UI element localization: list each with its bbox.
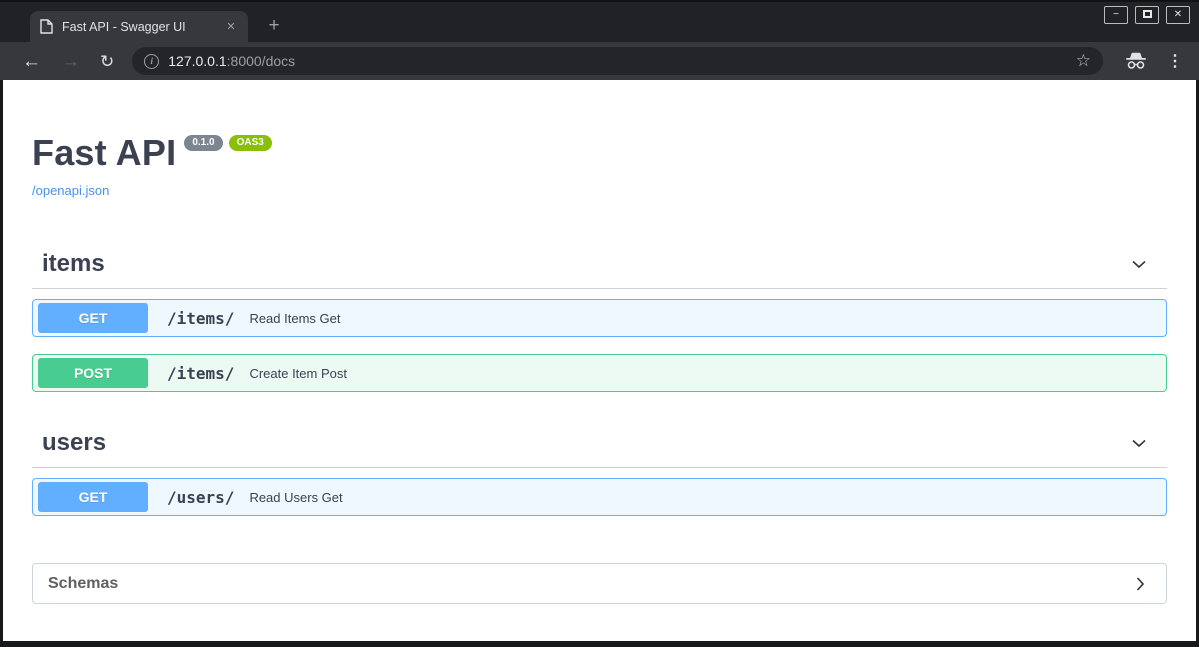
oas-badge: OAS3 <box>228 134 272 151</box>
document-icon <box>40 19 53 34</box>
operation-path: /items/ <box>167 308 235 328</box>
maximize-icon <box>1142 10 1152 18</box>
tab-title: Fast API - Swagger UI <box>62 19 186 34</box>
section-users-header[interactable]: users <box>32 419 1167 468</box>
operation-summary: Read Items Get <box>249 310 341 326</box>
address-bar[interactable]: i 127.0.0.1:8000/docs ☆ <box>132 47 1103 75</box>
schemas-title: Schemas <box>48 574 119 592</box>
new-tab-button[interactable]: + <box>262 14 286 38</box>
titlebar: Fast API - Swagger UI ✕ + − ✕ <box>0 0 1199 42</box>
operation-summary: Create Item Post <box>249 365 347 381</box>
badges: 0.1.0 OAS3 <box>184 134 272 152</box>
operation-get-users[interactable]: GET /users/ Read Users Get <box>32 478 1167 516</box>
page-info-icon[interactable]: i <box>144 53 160 69</box>
version-badge: 0.1.0 <box>184 134 223 151</box>
reload-icon[interactable]: ↻ <box>90 53 124 70</box>
bookmark-star-icon[interactable]: ☆ <box>1074 51 1093 71</box>
browser-tab[interactable]: Fast API - Swagger UI ✕ <box>30 11 248 42</box>
swagger-page: Fast API 0.1.0 OAS3 /openapi.json items GE… <box>3 80 1196 641</box>
page-title: Fast API <box>32 132 177 173</box>
chevron-down-icon[interactable] <box>1129 433 1149 453</box>
browser-toolbar: ← → ↻ i 127.0.0.1:8000/docs ☆ ⋮ <box>0 42 1199 80</box>
tab-close-icon[interactable]: ✕ <box>222 18 240 36</box>
section-title: items <box>42 250 105 277</box>
operation-path: /items/ <box>167 363 235 383</box>
operation-get-items[interactable]: GET /items/ Read Items Get <box>32 299 1167 337</box>
operation-summary: Read Users Get <box>249 489 343 505</box>
menu-icon[interactable]: ⋮ <box>1159 51 1187 71</box>
maximize-button[interactable] <box>1135 6 1159 24</box>
url-host: 127.0.0.1 <box>168 53 227 69</box>
minimize-button[interactable]: − <box>1104 6 1128 24</box>
section-items-header[interactable]: items <box>32 240 1167 289</box>
operation-post-items[interactable]: POST /items/ Create Item Post <box>32 354 1167 392</box>
openapi-spec-link[interactable]: /openapi.json <box>32 183 109 198</box>
incognito-icon <box>1113 52 1159 70</box>
method-badge[interactable]: GET <box>38 482 148 512</box>
url-path: :8000/docs <box>226 53 296 69</box>
url-text: 127.0.0.1:8000/docs <box>168 53 1074 69</box>
forward-icon[interactable]: → <box>51 52 90 71</box>
schemas-section[interactable]: Schemas <box>32 563 1167 604</box>
method-badge[interactable]: GET <box>38 303 148 333</box>
back-icon[interactable]: ← <box>12 52 51 71</box>
operation-path: /users/ <box>167 487 235 507</box>
api-info: Fast API 0.1.0 OAS3 /openapi.json <box>32 132 1167 198</box>
section-title: users <box>42 429 107 456</box>
chevron-right-icon[interactable] <box>1130 574 1150 594</box>
close-button[interactable]: ✕ <box>1166 6 1190 24</box>
window-controls: − ✕ <box>1104 6 1190 24</box>
chevron-down-icon[interactable] <box>1129 254 1149 274</box>
browser-window: Fast API - Swagger UI ✕ + − ✕ ← → ↻ i 12… <box>0 0 1199 647</box>
section-items: items GET /items/ Read Items Get POST /i… <box>32 240 1167 392</box>
method-badge[interactable]: POST <box>38 358 148 388</box>
section-users: users GET /users/ Read Users Get <box>32 419 1167 516</box>
